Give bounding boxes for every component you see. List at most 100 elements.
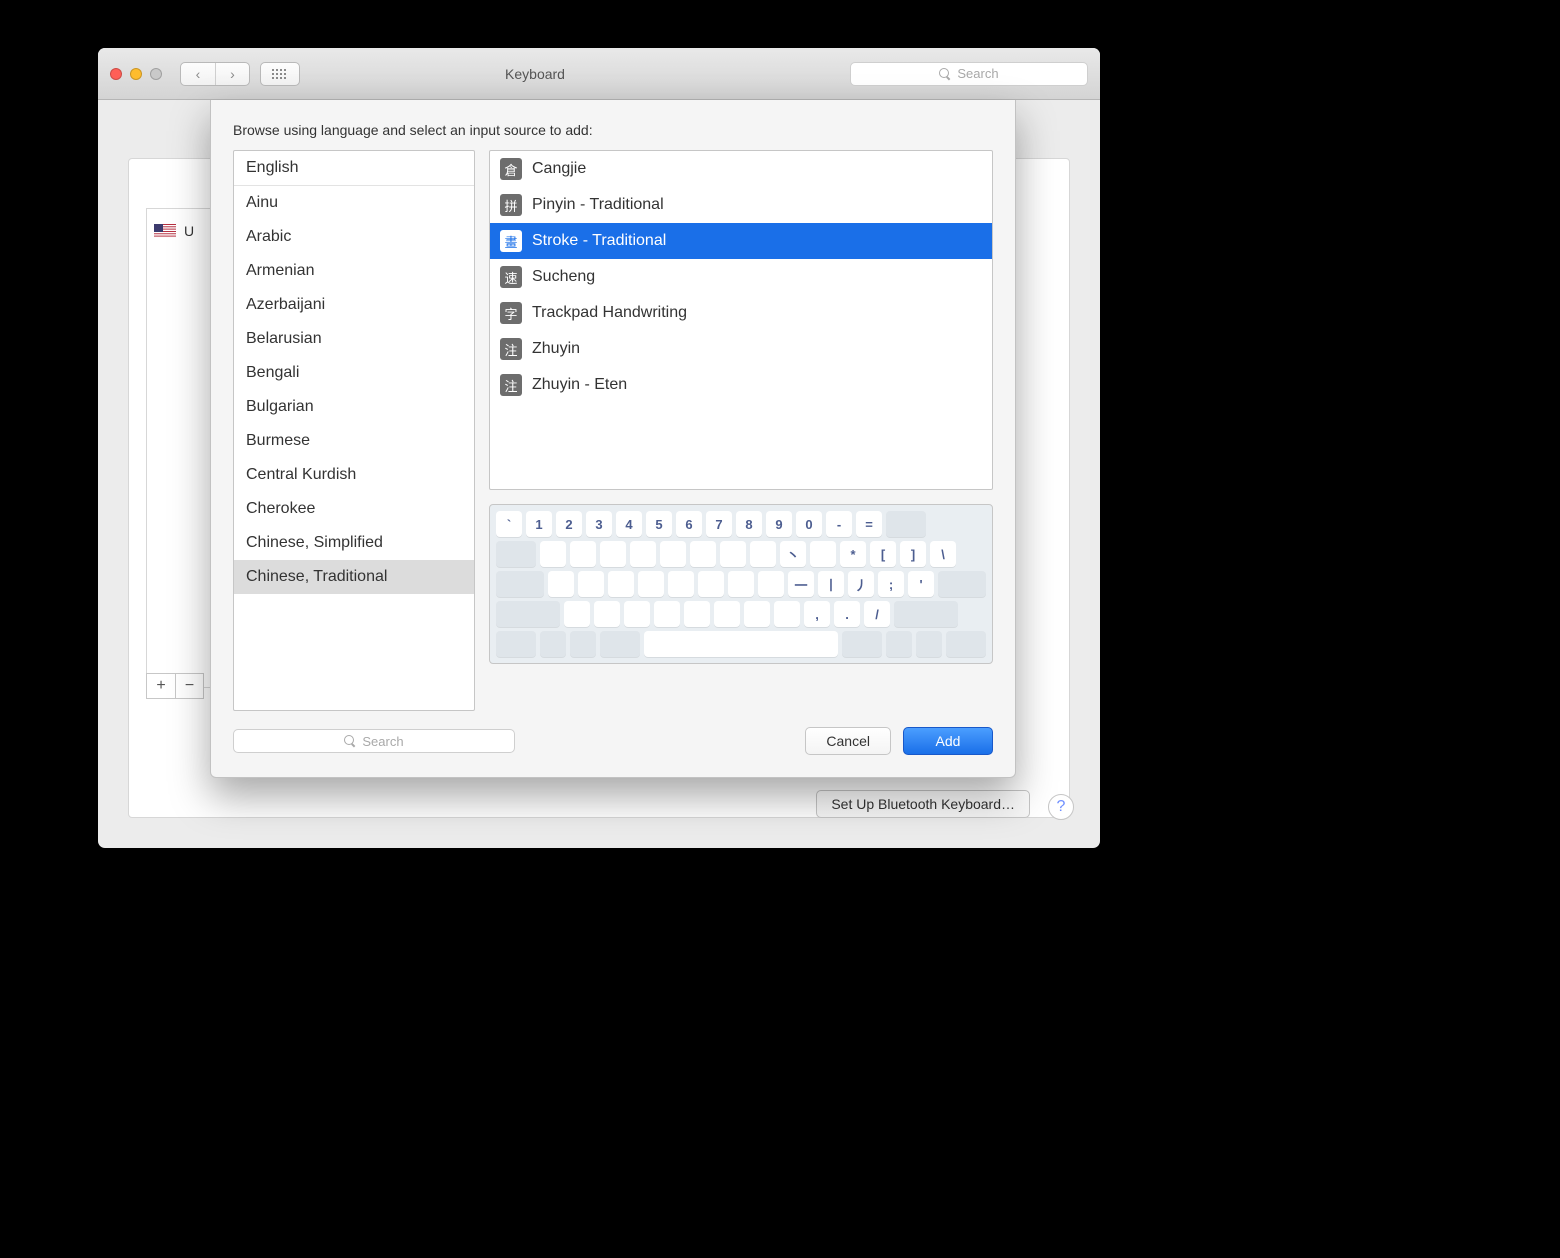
key <box>698 571 724 597</box>
key <box>630 541 656 567</box>
key-modifier <box>496 631 536 657</box>
key <box>638 571 664 597</box>
language-item[interactable]: Belarusian <box>234 322 474 356</box>
language-item[interactable]: Armenian <box>234 254 474 288</box>
key: 1 <box>526 511 552 537</box>
language-item[interactable]: Cherokee <box>234 492 474 526</box>
key-space <box>644 631 838 657</box>
key <box>690 541 716 567</box>
input-source-item[interactable]: 拼Pinyin - Traditional <box>490 187 992 223</box>
key-modifier <box>570 631 596 657</box>
input-source-icon: 注 <box>500 374 522 396</box>
key: 7 <box>706 511 732 537</box>
key: , <box>804 601 830 627</box>
us-flag-icon <box>154 224 176 238</box>
back-button[interactable]: ‹ <box>181 63 215 85</box>
key <box>564 601 590 627</box>
add-source-button[interactable]: + <box>147 674 175 698</box>
key <box>728 571 754 597</box>
zoom-icon[interactable] <box>150 68 162 80</box>
language-item[interactable]: Ainu <box>234 186 474 220</box>
language-item[interactable]: Chinese, Simplified <box>234 526 474 560</box>
help-button[interactable]: ? <box>1048 794 1074 820</box>
lists-container: English AinuArabicArmenianAzerbaijaniBel… <box>233 150 993 711</box>
input-source-item[interactable]: 字Trackpad Handwriting <box>490 295 992 331</box>
input-source-label: Zhuyin <box>532 340 580 358</box>
language-search[interactable]: Search <box>233 729 515 753</box>
key: 8 <box>736 511 762 537</box>
language-item[interactable]: Arabic <box>234 220 474 254</box>
cancel-button[interactable]: Cancel <box>805 727 891 755</box>
input-source-item[interactable]: 畫Stroke - Traditional <box>490 223 992 259</box>
right-column: 倉Cangjie拼Pinyin - Traditional畫Stroke - T… <box>489 150 993 711</box>
language-item[interactable]: Chinese, Traditional <box>234 560 474 594</box>
key: 5 <box>646 511 672 537</box>
input-source-icon: 速 <box>500 266 522 288</box>
window-title: Keyboard <box>230 66 840 82</box>
preferences-window: ‹ › Keyboard Search U + − Set Up Bluetoo… <box>98 48 1100 848</box>
key: 9 <box>766 511 792 537</box>
input-source-item[interactable]: 注Zhuyin <box>490 331 992 367</box>
key <box>624 601 650 627</box>
key <box>540 541 566 567</box>
input-source-label: Zhuyin - Eten <box>532 376 627 394</box>
add-input-source-sheet: Browse using language and select an inpu… <box>210 100 1016 778</box>
close-icon[interactable] <box>110 68 122 80</box>
key <box>548 571 574 597</box>
language-item[interactable]: Bulgarian <box>234 390 474 424</box>
bluetooth-setup-button[interactable]: Set Up Bluetooth Keyboard… <box>816 790 1030 818</box>
key <box>594 601 620 627</box>
key: [ <box>870 541 896 567</box>
key: 0 <box>796 511 822 537</box>
input-source-list[interactable]: 倉Cangjie拼Pinyin - Traditional畫Stroke - T… <box>489 150 993 490</box>
language-list[interactable]: English AinuArabicArmenianAzerbaijaniBel… <box>233 150 475 711</box>
minimize-icon[interactable] <box>130 68 142 80</box>
key: ] <box>900 541 926 567</box>
language-item[interactable]: Burmese <box>234 424 474 458</box>
key: 一 <box>788 571 814 597</box>
language-item[interactable]: Azerbaijani <box>234 288 474 322</box>
key-modifier <box>946 631 986 657</box>
key: ; <box>878 571 904 597</box>
key: / <box>864 601 890 627</box>
key-modifier <box>842 631 882 657</box>
key: 丿 <box>848 571 874 597</box>
language-item[interactable]: Bengali <box>234 356 474 390</box>
key <box>714 601 740 627</box>
key: . <box>834 601 860 627</box>
key-tab <box>496 541 536 567</box>
search-icon <box>344 735 356 747</box>
keyboard-preview: `1234567890-=丶*[]\一丨丿;',./ <box>489 504 993 664</box>
key-shift <box>894 601 958 627</box>
key <box>600 541 626 567</box>
key: \ <box>930 541 956 567</box>
list-item[interactable]: U <box>154 223 194 239</box>
key <box>654 601 680 627</box>
key-capslock <box>496 571 544 597</box>
key <box>570 541 596 567</box>
key <box>684 601 710 627</box>
input-source-item[interactable]: 注 Zhuyin - Eten <box>490 367 992 403</box>
key-shift <box>496 601 560 627</box>
key <box>810 541 836 567</box>
add-remove-stepper: + − <box>146 673 204 699</box>
list-item-label: U <box>184 223 194 239</box>
search-icon <box>939 68 951 80</box>
key-return <box>938 571 986 597</box>
language-search-placeholder: Search <box>362 734 403 749</box>
input-source-item[interactable]: 速Sucheng <box>490 259 992 295</box>
key: * <box>840 541 866 567</box>
toolbar-search[interactable]: Search <box>850 62 1088 86</box>
key-modifier <box>600 631 640 657</box>
language-item[interactable]: Central Kurdish <box>234 458 474 492</box>
input-source-icon: 拼 <box>500 194 522 216</box>
key: 3 <box>586 511 612 537</box>
key: 6 <box>676 511 702 537</box>
key: ` <box>496 511 522 537</box>
input-source-item[interactable]: 倉Cangjie <box>490 151 992 187</box>
add-button[interactable]: Add <box>903 727 993 755</box>
remove-source-button[interactable]: − <box>175 674 203 698</box>
key <box>744 601 770 627</box>
input-source-icon: 畫 <box>500 230 522 252</box>
sheet-footer: Search Cancel Add <box>233 727 993 755</box>
